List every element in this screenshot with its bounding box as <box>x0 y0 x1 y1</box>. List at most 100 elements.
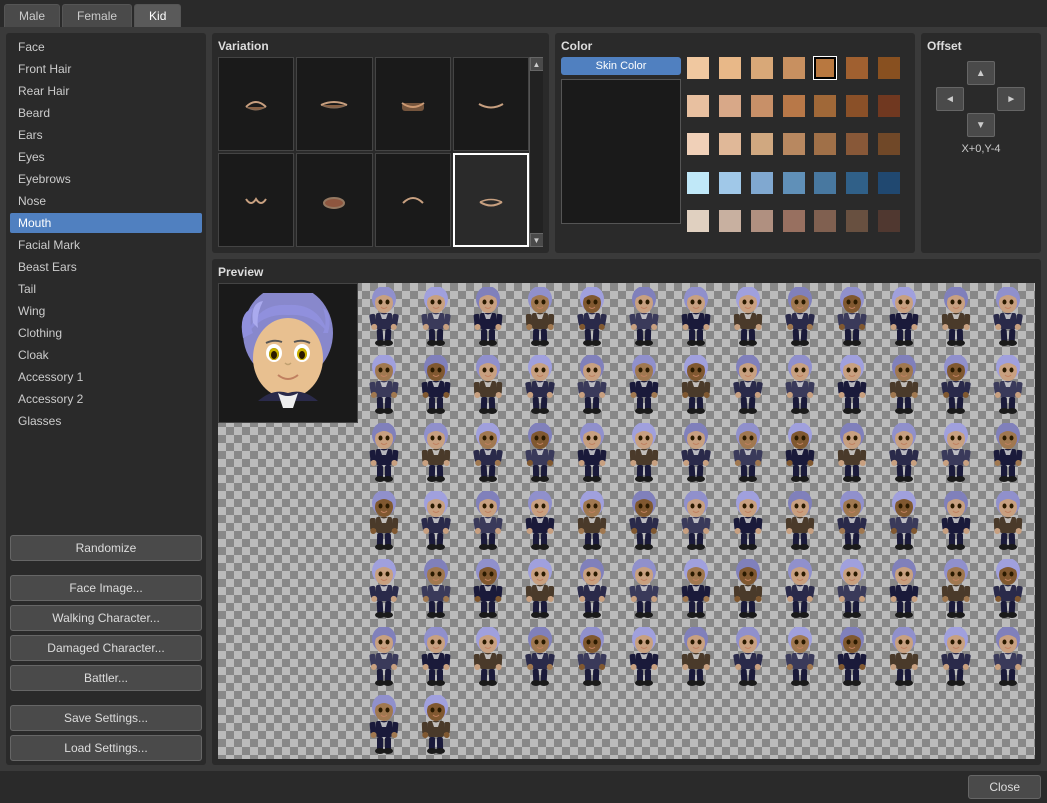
scroll-up-arrow[interactable]: ▲ <box>530 57 544 71</box>
sprite-cell-11 <box>930 283 982 351</box>
face-image-button[interactable]: Face Image... <box>10 575 202 601</box>
sprite-area <box>358 283 1035 759</box>
color-swatch-22[interactable] <box>719 172 741 194</box>
variation-cell-2[interactable] <box>375 57 451 151</box>
sidebar-item-tail[interactable]: Tail <box>10 279 202 299</box>
offset-right-button[interactable]: ► <box>997 87 1025 111</box>
color-swatch-16[interactable] <box>751 133 773 155</box>
walking-character-button[interactable]: Walking Character... <box>10 605 202 631</box>
variation-cell-3[interactable] <box>453 57 529 151</box>
sprite-cell-24 <box>930 351 982 419</box>
color-swatch-33[interactable] <box>846 210 868 232</box>
randomize-button[interactable]: Randomize <box>10 535 202 561</box>
tab-male[interactable]: Male <box>4 4 60 27</box>
load-settings-button[interactable]: Load Settings... <box>10 735 202 761</box>
color-swatch-19[interactable] <box>846 133 868 155</box>
color-swatch-3[interactable] <box>783 57 805 79</box>
sprite-cell-67 <box>462 623 514 691</box>
mouth-icon-4 <box>231 185 281 215</box>
color-swatch-30[interactable] <box>751 210 773 232</box>
color-swatch-7[interactable] <box>687 95 709 117</box>
scroll-down-arrow[interactable]: ▼ <box>530 233 544 247</box>
variation-scrollbar[interactable]: ▲ ▼ <box>529 57 543 247</box>
color-swatch-23[interactable] <box>751 172 773 194</box>
battler-button[interactable]: Battler... <box>10 665 202 691</box>
sidebar-item-wing[interactable]: Wing <box>10 301 202 321</box>
sidebar-item-accessory2[interactable]: Accessory 2 <box>10 389 202 409</box>
sprite-cell-36 <box>878 419 930 487</box>
color-swatch-31[interactable] <box>783 210 805 232</box>
color-swatch-12[interactable] <box>846 95 868 117</box>
sprite-cell-63 <box>930 555 982 623</box>
variation-cell-6[interactable] <box>375 153 451 247</box>
color-swatch-21[interactable] <box>687 172 709 194</box>
color-swatch-1[interactable] <box>719 57 741 79</box>
color-swatch-20[interactable] <box>878 133 900 155</box>
sprite-cell-78 <box>358 691 410 759</box>
skin-color-button[interactable]: Skin Color <box>561 57 681 75</box>
sprite-cell-69 <box>566 623 618 691</box>
variation-cell-0[interactable] <box>218 57 294 151</box>
color-swatch-17[interactable] <box>783 133 805 155</box>
color-swatch-29[interactable] <box>719 210 741 232</box>
color-swatch-26[interactable] <box>846 172 868 194</box>
sprite-cell-6 <box>670 283 722 351</box>
color-swatch-10[interactable] <box>783 95 805 117</box>
sidebar-item-accessory1[interactable]: Accessory 1 <box>10 367 202 387</box>
color-swatch-34[interactable] <box>878 210 900 232</box>
offset-arrows: ▲ ◄ ► ▼ <box>936 61 1026 137</box>
color-swatch-2[interactable] <box>751 57 773 79</box>
sidebar-item-eyes[interactable]: Eyes <box>10 147 202 167</box>
variation-cell-1[interactable] <box>296 57 372 151</box>
color-swatch-13[interactable] <box>878 95 900 117</box>
close-button[interactable]: Close <box>968 775 1041 799</box>
color-swatch-15[interactable] <box>719 133 741 155</box>
sprite-cell-75 <box>878 623 930 691</box>
sidebar-item-beard[interactable]: Beard <box>10 103 202 123</box>
color-swatch-24[interactable] <box>783 172 805 194</box>
variation-cell-5[interactable] <box>296 153 372 247</box>
color-swatch-6[interactable] <box>878 57 900 79</box>
sidebar-item-beast-ears[interactable]: Beast Ears <box>10 257 202 277</box>
sprite-cell-57 <box>618 555 670 623</box>
color-swatch-8[interactable] <box>719 95 741 117</box>
offset-left-button[interactable]: ◄ <box>936 87 964 111</box>
sidebar-item-glasses[interactable]: Glasses <box>10 411 202 431</box>
color-swatch-4[interactable] <box>814 57 836 79</box>
sprite-cell-48 <box>826 487 878 555</box>
variation-cell-7[interactable] <box>453 153 529 247</box>
sprite-cell-52 <box>358 555 410 623</box>
sidebar-item-facial-mark[interactable]: Facial Mark <box>10 235 202 255</box>
sidebar-item-nose[interactable]: Nose <box>10 191 202 211</box>
sprite-cell-65 <box>358 623 410 691</box>
sprite-cell-59 <box>722 555 774 623</box>
sidebar-item-mouth[interactable]: Mouth <box>10 213 202 233</box>
variation-cell-4[interactable] <box>218 153 294 247</box>
offset-up-button[interactable]: ▲ <box>967 61 995 85</box>
color-swatch-27[interactable] <box>878 172 900 194</box>
sidebar-item-eyebrows[interactable]: Eyebrows <box>10 169 202 189</box>
sidebar-item-front-hair[interactable]: Front Hair <box>10 59 202 79</box>
color-swatch-32[interactable] <box>814 210 836 232</box>
sidebar-item-ears[interactable]: Ears <box>10 125 202 145</box>
color-swatch-0[interactable] <box>687 57 709 79</box>
scroll-track[interactable] <box>530 71 543 233</box>
sidebar-item-face[interactable]: Face <box>10 37 202 57</box>
tab-kid[interactable]: Kid <box>134 4 181 27</box>
color-swatch-9[interactable] <box>751 95 773 117</box>
color-swatch-14[interactable] <box>687 133 709 155</box>
damaged-character-button[interactable]: Damaged Character... <box>10 635 202 661</box>
color-swatch-11[interactable] <box>814 95 836 117</box>
offset-down-button[interactable]: ▼ <box>967 113 995 137</box>
sprite-cell-49 <box>878 487 930 555</box>
color-swatch-5[interactable] <box>846 57 868 79</box>
sidebar-item-clothing[interactable]: Clothing <box>10 323 202 343</box>
tab-bar: Male Female Kid <box>0 0 1047 27</box>
color-swatch-18[interactable] <box>814 133 836 155</box>
sidebar-item-cloak[interactable]: Cloak <box>10 345 202 365</box>
tab-female[interactable]: Female <box>62 4 132 27</box>
color-swatch-25[interactable] <box>814 172 836 194</box>
color-swatch-28[interactable] <box>687 210 709 232</box>
sidebar-item-rear-hair[interactable]: Rear Hair <box>10 81 202 101</box>
offset-panel: Offset ▲ ◄ ► ▼ X+0,Y-4 <box>921 33 1041 253</box>
